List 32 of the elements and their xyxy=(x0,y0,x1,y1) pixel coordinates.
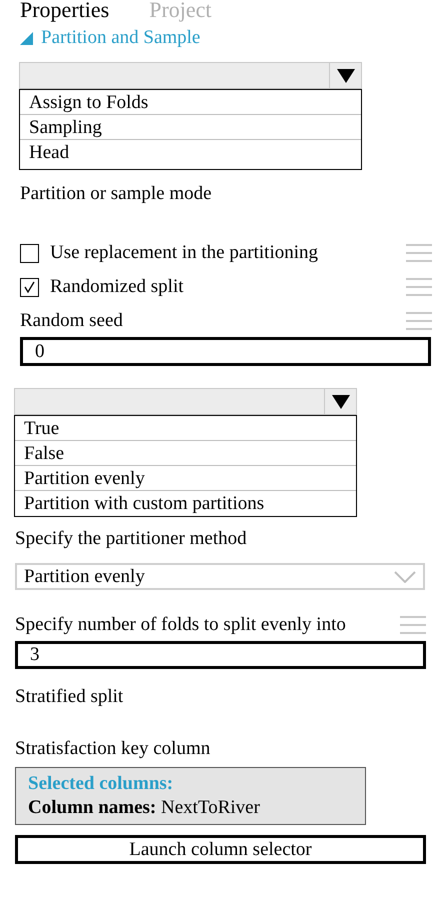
field-label: Specify the partitioner method xyxy=(15,527,248,551)
column-names-text: Column names: NextToRiver xyxy=(28,796,261,820)
drag-handle-icon[interactable] xyxy=(406,276,432,298)
dropdown-option[interactable]: Partition with custom partitions xyxy=(15,491,356,516)
launch-column-selector-button[interactable]: Launch column selector xyxy=(15,835,426,864)
checkbox[interactable] xyxy=(20,244,39,262)
expanded-triangle-icon[interactable] xyxy=(20,32,33,44)
field-label: Stratified split xyxy=(15,685,124,709)
dropdown-option[interactable]: Sampling xyxy=(20,115,361,140)
dropdown-field[interactable] xyxy=(14,388,357,415)
checkbox-label[interactable]: Randomized split xyxy=(50,275,406,299)
checkmark-icon xyxy=(23,280,36,294)
field-label: Specify number of folds to split evenly into xyxy=(15,613,347,637)
select-field[interactable]: Partition evenly xyxy=(15,563,425,590)
dropdown-option[interactable]: True xyxy=(15,416,356,441)
field-label: Partition or sample mode xyxy=(20,182,213,206)
field-label: Stratisfaction key column xyxy=(15,737,212,761)
panel-title: Selected columns: xyxy=(28,772,174,796)
dropdown-option[interactable]: Partition evenly xyxy=(15,466,356,491)
field-label: Random seed xyxy=(20,309,124,333)
dropdown-option[interactable]: Assign to Folds xyxy=(20,90,361,115)
input-field[interactable]: 3 xyxy=(15,641,426,669)
dropdown-field[interactable] xyxy=(19,62,362,89)
checkbox-label[interactable]: Use replacement in the partitioning xyxy=(50,241,406,265)
checkbox[interactable] xyxy=(20,278,39,296)
drag-handle-icon[interactable] xyxy=(400,614,426,636)
dropdown-option[interactable]: False xyxy=(15,441,356,466)
input-field[interactable]: 0 xyxy=(20,337,431,366)
chevron-down-icon[interactable] xyxy=(394,570,416,582)
dropdown-option[interactable]: Head xyxy=(20,140,361,165)
drag-handle-icon[interactable] xyxy=(406,310,432,332)
drag-handle-icon[interactable] xyxy=(406,242,432,264)
